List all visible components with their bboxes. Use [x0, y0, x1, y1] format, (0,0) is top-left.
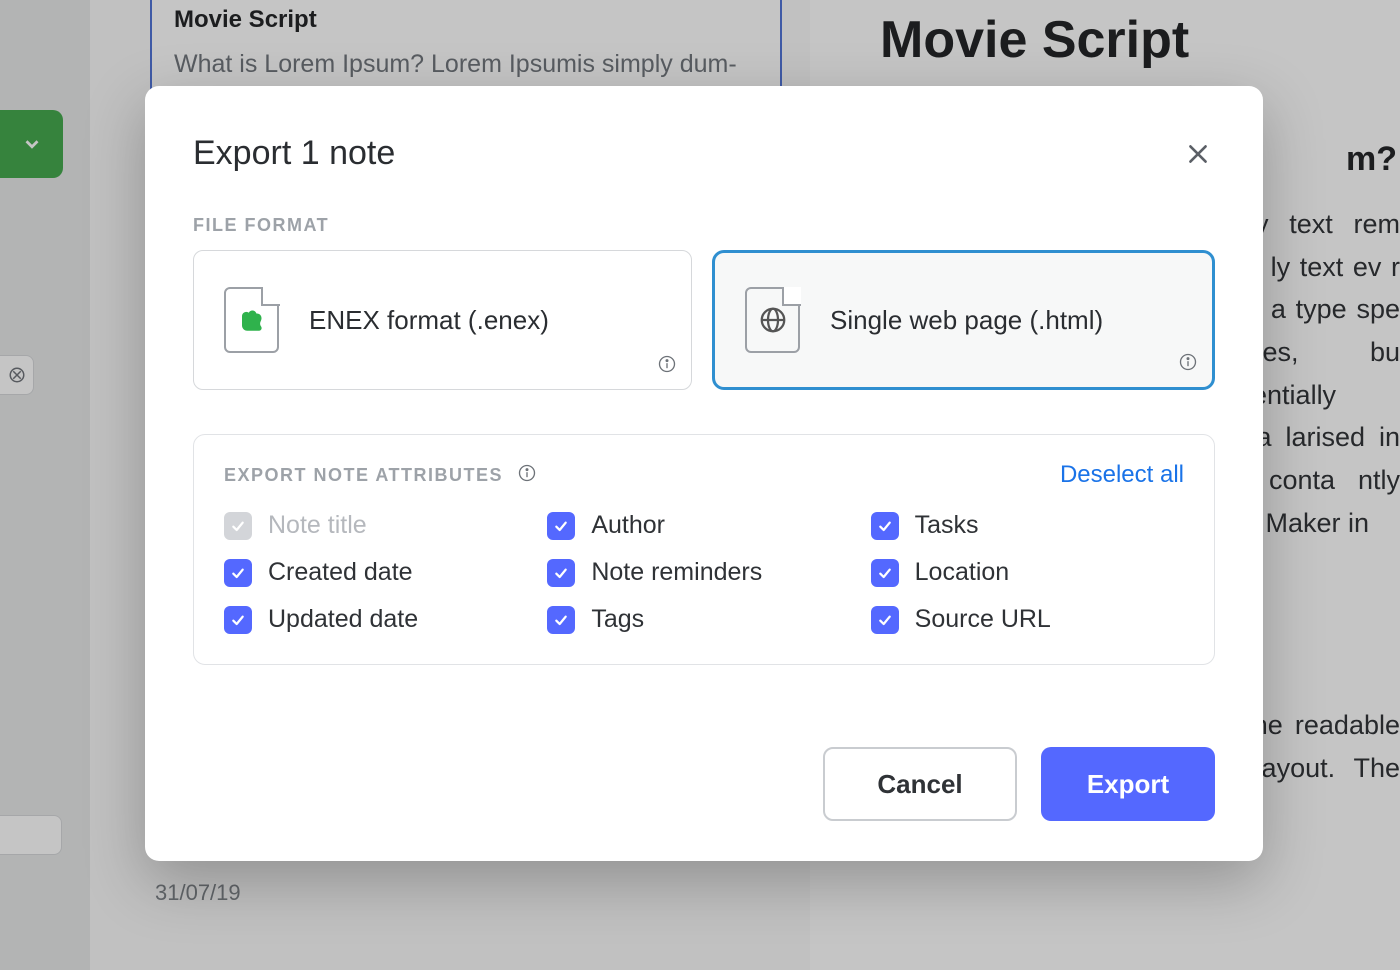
format-option-html-label: Single web page (.html) [830, 305, 1103, 336]
cancel-button[interactable]: Cancel [823, 747, 1017, 821]
checkbox-label: Tasks [915, 511, 979, 540]
checkbox-updated-date[interactable]: Updated date [224, 605, 537, 634]
format-option-html[interactable]: Single web page (.html) [712, 250, 1215, 390]
info-icon[interactable] [1178, 352, 1198, 377]
checkbox-label: Updated date [268, 605, 418, 634]
check-icon [224, 606, 252, 634]
check-icon [871, 512, 899, 540]
check-icon [547, 512, 575, 540]
checkbox-label: Note title [268, 511, 367, 540]
check-icon [871, 606, 899, 634]
checkbox-note-reminders[interactable]: Note reminders [547, 558, 860, 587]
info-icon[interactable] [517, 463, 537, 488]
checkbox-label: Note reminders [591, 558, 762, 587]
check-icon [224, 559, 252, 587]
checkbox-label: Created date [268, 558, 413, 587]
export-button[interactable]: Export [1041, 747, 1215, 821]
format-option-enex-label: ENEX format (.enex) [309, 305, 549, 336]
check-icon [224, 512, 252, 540]
file-enex-icon [224, 287, 279, 353]
checkbox-location[interactable]: Location [871, 558, 1184, 587]
checkbox-created-date[interactable]: Created date [224, 558, 537, 587]
attributes-label: EXPORT NOTE ATTRIBUTES [224, 465, 503, 486]
checkbox-tags[interactable]: Tags [547, 605, 860, 634]
checkbox-label: Source URL [915, 605, 1051, 634]
checkbox-note-title: Note title [224, 511, 537, 540]
checkbox-tasks[interactable]: Tasks [871, 511, 1184, 540]
export-dialog: Export 1 note FILE FORMAT ENEX format (.… [145, 86, 1263, 861]
info-icon[interactable] [657, 354, 677, 379]
checkbox-author[interactable]: Author [547, 511, 860, 540]
checkbox-label: Author [591, 511, 665, 540]
checkbox-label: Tags [591, 605, 644, 634]
checkbox-label: Location [915, 558, 1010, 587]
checkbox-source-url[interactable]: Source URL [871, 605, 1184, 634]
format-option-enex[interactable]: ENEX format (.enex) [193, 250, 692, 390]
file-html-icon [745, 287, 800, 353]
check-icon [547, 606, 575, 634]
close-button[interactable] [1181, 137, 1215, 171]
dialog-title: Export 1 note [193, 134, 395, 173]
attributes-panel: EXPORT NOTE ATTRIBUTES Deselect all Note… [193, 434, 1215, 665]
check-icon [871, 559, 899, 587]
check-icon [547, 559, 575, 587]
deselect-all-link[interactable]: Deselect all [1060, 461, 1184, 489]
file-format-label: FILE FORMAT [193, 215, 1215, 236]
